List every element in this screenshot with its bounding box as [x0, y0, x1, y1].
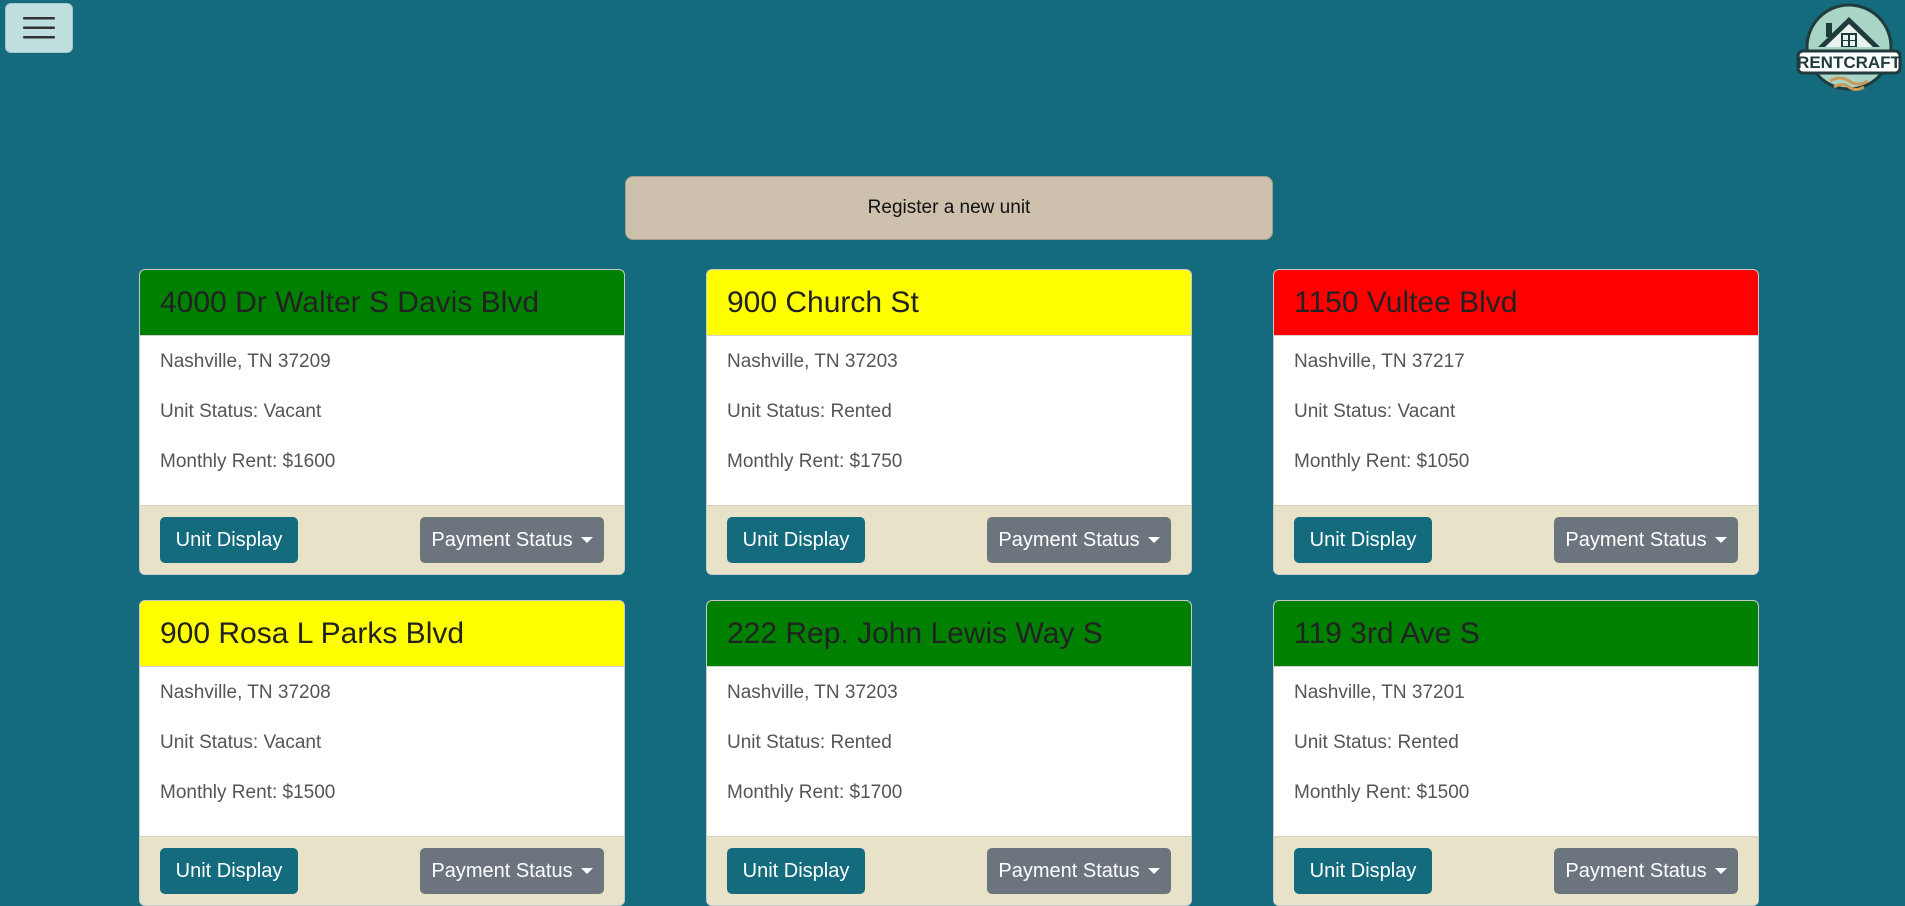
caret-down-icon — [580, 537, 593, 543]
unit-display-label: Unit Display — [175, 859, 283, 882]
unit-city: Nashville, TN 37208 — [160, 682, 331, 703]
unit-city: Nashville, TN 37201 — [1294, 682, 1465, 703]
unit-rent: Monthly Rent: $1600 — [160, 451, 336, 472]
logo-text: RENTCRAFT — [1797, 53, 1901, 72]
unit-card-header: 1150 Vultee Blvd — [1274, 270, 1758, 336]
unit-address: 4000 Dr Walter S Davis Blvd — [160, 285, 540, 319]
unit-card-header: 4000 Dr Walter S Davis Blvd — [140, 270, 624, 336]
unit-card-footer: Unit Display Payment Status — [1274, 505, 1758, 574]
unit-card-header: 900 Church St — [707, 270, 1191, 336]
unit-display-button[interactable]: Unit Display — [727, 517, 865, 563]
payment-status-dropdown[interactable]: Payment Status — [420, 517, 604, 563]
unit-status: Unit Status: Vacant — [160, 732, 322, 753]
unit-address: 900 Church St — [727, 285, 919, 319]
unit-card-body: Nashville, TN 37209 Unit Status: Vacant … — [140, 336, 624, 472]
unit-address: 222 Rep. John Lewis Way S — [727, 616, 1103, 650]
unit-display-label: Unit Display — [742, 859, 850, 882]
unit-status: Unit Status: Rented — [1294, 732, 1459, 753]
unit-address: 119 3rd Ave S — [1294, 616, 1480, 650]
unit-card-body: Nashville, TN 37203 Unit Status: Rented … — [707, 336, 1191, 472]
payment-status-label: Payment Status — [998, 528, 1140, 551]
payment-status-label: Payment Status — [431, 859, 573, 882]
unit-card-body: Nashville, TN 37201 Unit Status: Rented … — [1274, 667, 1758, 803]
unit-rent: Monthly Rent: $1500 — [1294, 782, 1470, 803]
caret-down-icon — [1714, 537, 1727, 543]
unit-display-label: Unit Display — [175, 528, 283, 551]
payment-status-dropdown[interactable]: Payment Status — [420, 848, 604, 894]
unit-display-button[interactable]: Unit Display — [1294, 517, 1432, 563]
unit-status: Unit Status: Rented — [727, 401, 892, 422]
unit-city: Nashville, TN 37217 — [1294, 351, 1465, 372]
unit-card-footer: Unit Display Payment Status — [707, 836, 1191, 905]
unit-address: 1150 Vultee Blvd — [1294, 285, 1518, 319]
rentcraft-logo: RENTCRAFT — [1796, 3, 1902, 95]
caret-down-icon — [580, 868, 593, 874]
unit-card: 119 3rd Ave S Nashville, TN 37201 Unit S… — [1273, 600, 1759, 906]
payment-status-label: Payment Status — [1565, 859, 1707, 882]
unit-city: Nashville, TN 37203 — [727, 682, 898, 703]
payment-status-dropdown[interactable]: Payment Status — [987, 517, 1171, 563]
caret-down-icon — [1147, 537, 1160, 543]
payment-status-dropdown[interactable]: Payment Status — [1554, 848, 1738, 894]
menu-toggle-button[interactable] — [5, 3, 73, 53]
unit-rent: Monthly Rent: $1700 — [727, 782, 903, 803]
unit-card-header: 119 3rd Ave S — [1274, 601, 1758, 667]
unit-rent: Monthly Rent: $1050 — [1294, 451, 1470, 472]
unit-display-label: Unit Display — [1309, 859, 1417, 882]
caret-down-icon — [1714, 868, 1727, 874]
unit-card-header: 222 Rep. John Lewis Way S — [707, 601, 1191, 667]
unit-display-button[interactable]: Unit Display — [160, 848, 298, 894]
unit-card-footer: Unit Display Payment Status — [1274, 836, 1758, 905]
unit-rent: Monthly Rent: $1500 — [160, 782, 336, 803]
unit-card-body: Nashville, TN 37217 Unit Status: Vacant … — [1274, 336, 1758, 472]
payment-status-dropdown[interactable]: Payment Status — [1554, 517, 1738, 563]
register-unit-button[interactable]: Register a new unit — [625, 176, 1273, 240]
unit-status: Unit Status: Vacant — [1294, 401, 1456, 422]
unit-display-button[interactable]: Unit Display — [1294, 848, 1432, 894]
unit-card-header: 900 Rosa L Parks Blvd — [140, 601, 624, 667]
unit-card: 1150 Vultee Blvd Nashville, TN 37217 Uni… — [1273, 269, 1759, 575]
unit-status: Unit Status: Rented — [727, 732, 892, 753]
unit-card: 900 Church St Nashville, TN 37203 Unit S… — [706, 269, 1192, 575]
unit-display-label: Unit Display — [742, 528, 850, 551]
hamburger-icon — [23, 17, 55, 39]
unit-card: 222 Rep. John Lewis Way S Nashville, TN … — [706, 600, 1192, 906]
unit-rent: Monthly Rent: $1750 — [727, 451, 903, 472]
payment-status-label: Payment Status — [1565, 528, 1707, 551]
unit-card: 4000 Dr Walter S Davis Blvd Nashville, T… — [139, 269, 625, 575]
unit-card: 900 Rosa L Parks Blvd Nashville, TN 3720… — [139, 600, 625, 906]
unit-status: Unit Status: Vacant — [160, 401, 322, 422]
unit-display-label: Unit Display — [1309, 528, 1417, 551]
unit-city: Nashville, TN 37203 — [727, 351, 898, 372]
payment-status-label: Payment Status — [431, 528, 573, 551]
unit-card-body: Nashville, TN 37203 Unit Status: Rented … — [707, 667, 1191, 803]
payment-status-dropdown[interactable]: Payment Status — [987, 848, 1171, 894]
unit-card-body: Nashville, TN 37208 Unit Status: Vacant … — [140, 667, 624, 803]
unit-display-button[interactable]: Unit Display — [160, 517, 298, 563]
unit-display-button[interactable]: Unit Display — [727, 848, 865, 894]
unit-card-footer: Unit Display Payment Status — [140, 836, 624, 905]
payment-status-label: Payment Status — [998, 859, 1140, 882]
unit-city: Nashville, TN 37209 — [160, 351, 331, 372]
caret-down-icon — [1147, 868, 1160, 874]
unit-card-footer: Unit Display Payment Status — [140, 505, 624, 574]
unit-address: 900 Rosa L Parks Blvd — [160, 616, 465, 650]
unit-card-footer: Unit Display Payment Status — [707, 505, 1191, 574]
